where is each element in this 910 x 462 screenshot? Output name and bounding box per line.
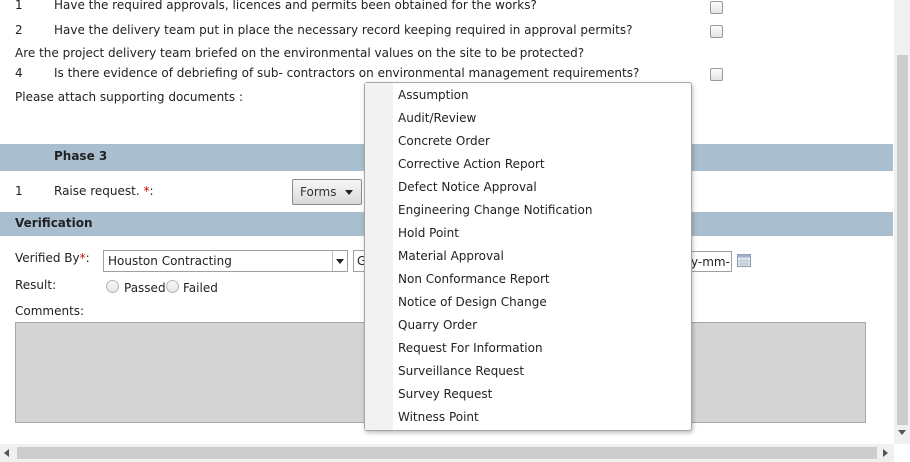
raise-request-label: Raise request. *: bbox=[54, 184, 154, 198]
menu-item[interactable]: Corrective Action Report bbox=[398, 157, 545, 171]
menu-gutter bbox=[365, 83, 393, 430]
checkbox[interactable] bbox=[710, 1, 723, 14]
question-text: Are the project delivery team briefed on… bbox=[15, 46, 585, 60]
date-input[interactable]: y-mm- bbox=[690, 251, 732, 272]
menu-item[interactable]: Notice of Design Change bbox=[398, 295, 547, 309]
menu-item[interactable]: Request For Information bbox=[398, 341, 543, 355]
menu-item[interactable]: Witness Point bbox=[398, 410, 479, 424]
phase-title: Phase 3 bbox=[54, 149, 108, 163]
date-value: y-mm- bbox=[691, 255, 730, 269]
failed-radio[interactable] bbox=[166, 280, 179, 293]
verification-title: Verification bbox=[15, 216, 93, 230]
verified-by-select[interactable]: Houston Contracting bbox=[103, 250, 348, 272]
question-text: Have the delivery team put in place the … bbox=[54, 23, 633, 37]
verified-by-value: Houston Contracting bbox=[108, 254, 232, 268]
failed-label: Failed bbox=[183, 281, 218, 295]
chevron-down-icon bbox=[345, 190, 353, 195]
row-number: 1 bbox=[15, 184, 23, 198]
menu-item[interactable]: Hold Point bbox=[398, 226, 459, 240]
chevron-down-icon bbox=[336, 259, 344, 264]
attach-label: Please attach supporting documents : bbox=[15, 90, 243, 104]
scroll-right-arrow-icon[interactable] bbox=[883, 449, 888, 457]
select-arrow[interactable] bbox=[332, 251, 348, 271]
menu-item[interactable]: Material Approval bbox=[398, 249, 504, 263]
question-text: Have the required approvals, licences an… bbox=[54, 0, 537, 12]
result-label: Result: bbox=[15, 278, 57, 292]
menu-item[interactable]: Concrete Order bbox=[398, 134, 490, 148]
forms-dropdown-menu[interactable]: Assumption Audit/Review Concrete Order C… bbox=[364, 82, 692, 431]
forms-button[interactable]: Forms bbox=[292, 179, 362, 205]
menu-item[interactable]: Engineering Change Notification bbox=[398, 203, 592, 217]
row-number: 2 bbox=[15, 23, 23, 37]
menu-item[interactable]: Non Conformance Report bbox=[398, 272, 550, 286]
passed-label: Passed bbox=[124, 281, 166, 295]
question-text: Is there evidence of debriefing of sub- … bbox=[54, 66, 640, 80]
verified-by-label: Verified By*: bbox=[15, 251, 90, 265]
checkbox[interactable] bbox=[710, 68, 723, 81]
menu-item[interactable]: Defect Notice Approval bbox=[398, 180, 537, 194]
calendar-icon[interactable] bbox=[737, 254, 751, 267]
row-number: 1 bbox=[15, 0, 23, 12]
forms-button-label: Forms bbox=[300, 185, 337, 199]
comments-label: Comments: bbox=[15, 304, 85, 318]
vertical-scroll-thumb[interactable] bbox=[897, 55, 908, 425]
passed-radio[interactable] bbox=[106, 280, 119, 293]
row-number: 4 bbox=[15, 66, 23, 80]
menu-item[interactable]: Quarry Order bbox=[398, 318, 477, 332]
menu-item[interactable]: Assumption bbox=[398, 88, 469, 102]
horizontal-scroll-thumb[interactable] bbox=[17, 447, 877, 459]
menu-item[interactable]: Audit/Review bbox=[398, 111, 476, 125]
scroll-down-arrow-icon[interactable] bbox=[898, 430, 906, 435]
checkbox[interactable] bbox=[710, 25, 723, 38]
menu-item[interactable]: Surveillance Request bbox=[398, 364, 524, 378]
scroll-left-arrow-icon[interactable] bbox=[4, 449, 9, 457]
menu-item[interactable]: Survey Request bbox=[398, 387, 492, 401]
